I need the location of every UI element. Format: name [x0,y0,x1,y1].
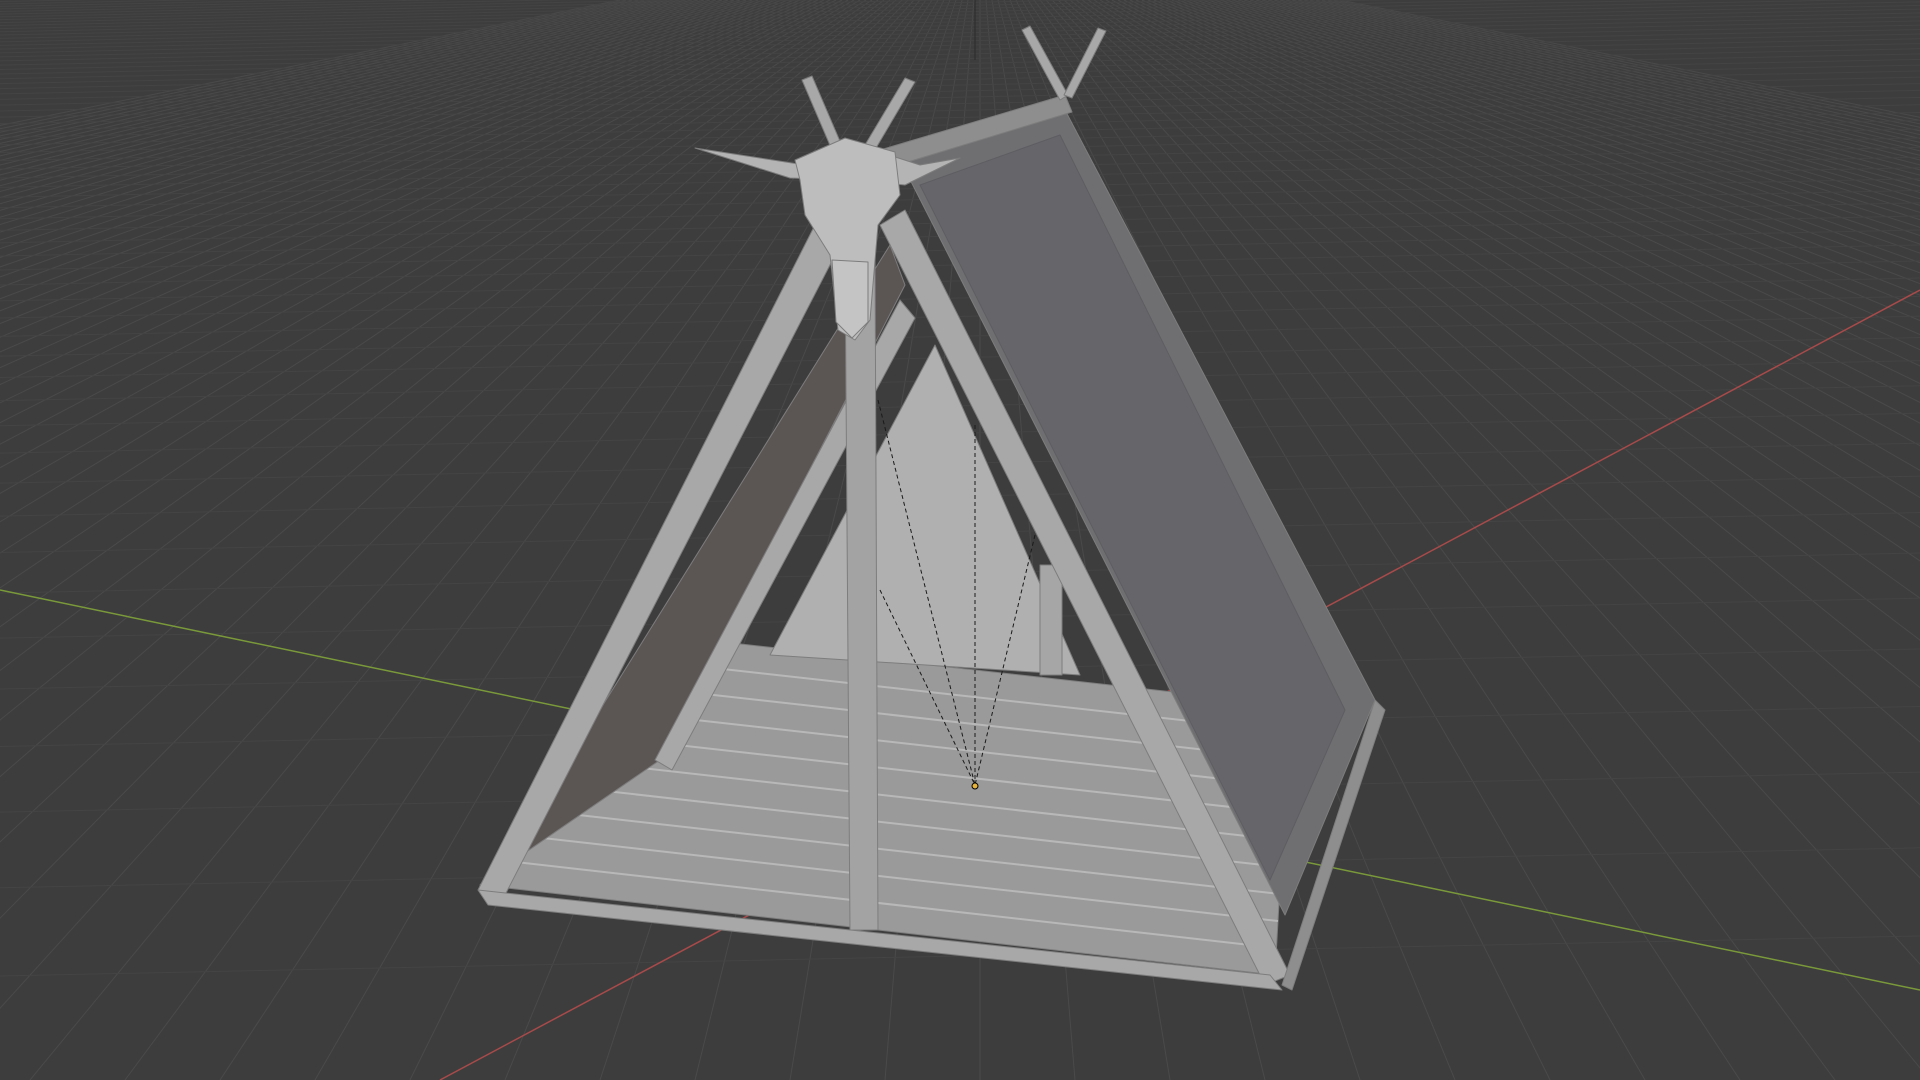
3d-viewport[interactable] [0,0,1920,1080]
viewport-canvas[interactable] [0,0,1920,1080]
back-wall-post [1039,564,1063,676]
object-origin-point[interactable] [971,782,979,790]
center-pole [844,254,879,931]
